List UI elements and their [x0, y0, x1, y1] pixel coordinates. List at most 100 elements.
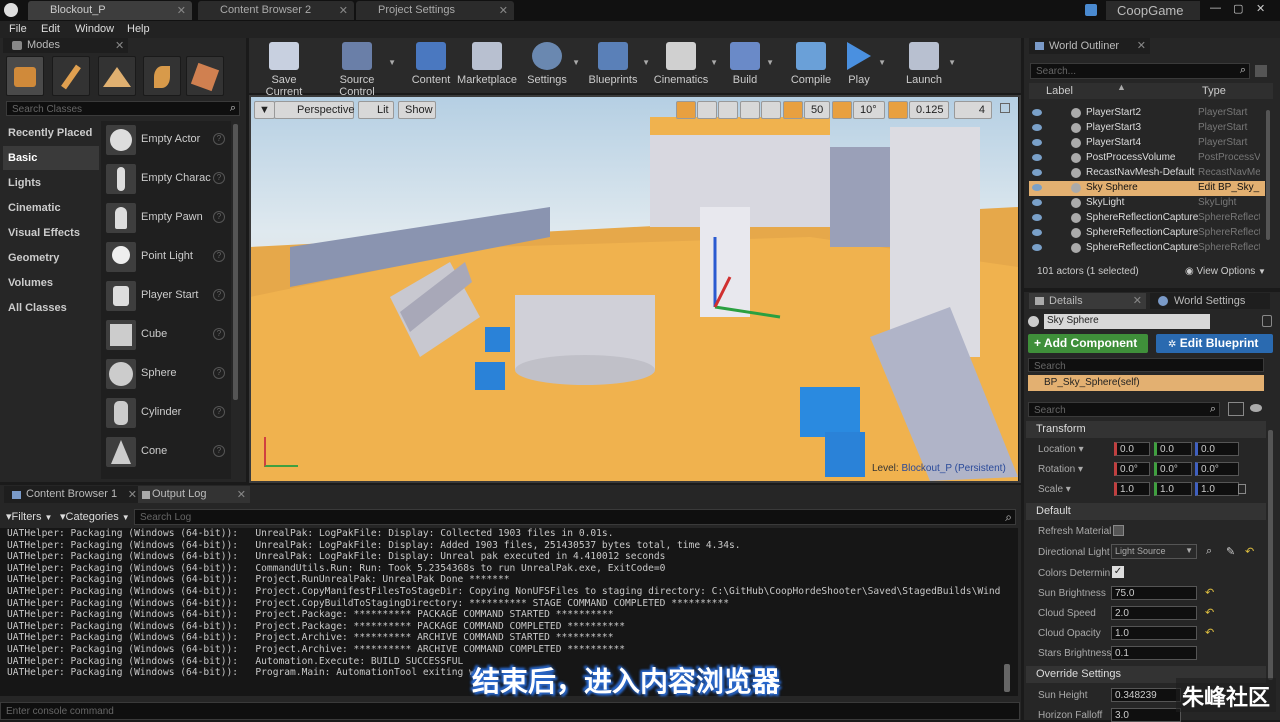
- category-visual-effects[interactable]: Visual Effects: [3, 221, 99, 245]
- help-icon[interactable]: ?: [213, 289, 225, 301]
- categories-button[interactable]: ▾Categories ▼: [60, 510, 130, 523]
- dropdown-arrow-icon[interactable]: ▼: [878, 58, 886, 67]
- reset-arrow-icon[interactable]: ↶: [1205, 606, 1214, 619]
- search-log-input[interactable]: Search Log ⌕: [134, 509, 1016, 525]
- default-section[interactable]: Default: [1026, 503, 1266, 520]
- close-icon[interactable]: ✕: [499, 4, 508, 17]
- visibility-eye-icon[interactable]: [1250, 404, 1262, 412]
- class-item-cone[interactable]: Cone?: [103, 434, 227, 472]
- location-y-field[interactable]: 0.0: [1154, 442, 1192, 456]
- view-options-button[interactable]: ◉ View Options ▼: [1185, 266, 1266, 277]
- cloud-opacity-field[interactable]: 1.0: [1111, 626, 1197, 640]
- rotate-tool-icon[interactable]: [697, 101, 717, 119]
- rotation-x-field[interactable]: 0.0°: [1114, 462, 1150, 476]
- tab-level[interactable]: Blockout_P ✕: [28, 1, 192, 20]
- reset-arrow-icon[interactable]: ↶: [1205, 586, 1214, 599]
- details-search-input[interactable]: Search ⌕: [1028, 402, 1220, 417]
- component-row-selected[interactable]: BP_Sky_Sphere(self): [1028, 375, 1264, 391]
- place-mode-icon[interactable]: [6, 56, 44, 96]
- scale-label[interactable]: Scale ▾: [1038, 484, 1071, 495]
- close-window-button[interactable]: ✕: [1256, 2, 1265, 15]
- maximize-viewport-icon[interactable]: [1000, 103, 1010, 113]
- rotation-z-field[interactable]: 0.0°: [1195, 462, 1239, 476]
- content-browser-tab[interactable]: Content Browser 1 ✕: [4, 486, 141, 503]
- menu-window[interactable]: Window: [75, 23, 114, 35]
- dropdown-arrow-icon[interactable]: ▼: [572, 58, 580, 67]
- minimize-button[interactable]: —: [1210, 2, 1221, 14]
- search-icon[interactable]: ⌕: [1210, 403, 1216, 416]
- details-tab[interactable]: Details ✕: [1029, 293, 1146, 309]
- class-item-sphere[interactable]: Sphere?: [103, 356, 227, 394]
- maximize-button[interactable]: ▢: [1233, 2, 1243, 15]
- details-scrollbar[interactable]: [1268, 430, 1273, 680]
- camera-speed-button[interactable]: 4: [954, 101, 992, 119]
- cloud-speed-field[interactable]: 2.0: [1111, 606, 1197, 620]
- outliner-menu-icon[interactable]: [1255, 65, 1267, 77]
- eyedropper-icon[interactable]: ✎: [1226, 545, 1235, 558]
- scale-snap-toggle[interactable]: [888, 101, 908, 119]
- scale-y-field[interactable]: 1.0: [1154, 482, 1192, 496]
- search-actor-icon[interactable]: ⌕: [1206, 545, 1212, 558]
- class-item-cylinder[interactable]: Cylinder?: [103, 395, 227, 433]
- grid-snap-toggle[interactable]: [783, 101, 803, 119]
- scale-tool-icon[interactable]: [718, 101, 738, 119]
- dropdown-arrow-icon[interactable]: ▼: [948, 58, 956, 67]
- category-basic[interactable]: Basic: [3, 146, 99, 170]
- label-column-header[interactable]: Label: [1046, 85, 1073, 97]
- notification-icon[interactable]: [1085, 4, 1097, 16]
- paint-mode-icon[interactable]: [52, 56, 90, 96]
- viewport-options-button[interactable]: ▼: [254, 101, 275, 119]
- visibility-eye-icon[interactable]: [1032, 244, 1042, 251]
- geometry-mode-icon[interactable]: [186, 56, 224, 96]
- help-icon[interactable]: ?: [213, 211, 225, 223]
- help-icon[interactable]: ?: [213, 133, 225, 145]
- outliner-row-selected[interactable]: Sky Sphere Edit BP_Sky_: [1029, 181, 1265, 196]
- grid-snap-value[interactable]: 50: [804, 101, 830, 119]
- close-icon[interactable]: ✕: [237, 488, 246, 501]
- close-icon[interactable]: ✕: [1137, 39, 1146, 52]
- sun-brightness-field[interactable]: 75.0: [1111, 586, 1197, 600]
- visibility-eye-icon[interactable]: [1032, 124, 1042, 131]
- visibility-eye-icon[interactable]: [1032, 109, 1042, 116]
- add-component-button[interactable]: + Add Component: [1028, 334, 1148, 353]
- search-icon[interactable]: ⌕: [1240, 64, 1246, 77]
- category-geometry[interactable]: Geometry: [3, 246, 99, 270]
- settings-button[interactable]: Settings ▼: [518, 40, 580, 90]
- directional-light-select[interactable]: Light Source ▼: [1111, 544, 1197, 559]
- class-item-player-start[interactable]: Player Start?: [103, 278, 227, 316]
- help-icon[interactable]: ?: [213, 172, 225, 184]
- world-settings-tab[interactable]: World Settings: [1150, 293, 1270, 309]
- landscape-mode-icon[interactable]: [98, 56, 136, 96]
- rotation-snap-toggle[interactable]: [832, 101, 852, 119]
- category-volumes[interactable]: Volumes: [3, 271, 99, 295]
- build-button[interactable]: Build ▼: [720, 40, 774, 90]
- outliner-scrollbar[interactable]: [1266, 110, 1270, 240]
- outliner-row[interactable]: SphereReflectionCapture SphereReflect: [1029, 241, 1265, 256]
- compile-button[interactable]: Compile: [782, 40, 840, 90]
- source-control-button[interactable]: Source Control ▼: [322, 40, 396, 98]
- marketplace-button[interactable]: Marketplace: [456, 40, 518, 90]
- surface-snap-icon[interactable]: [761, 101, 781, 119]
- foliage-mode-icon[interactable]: [143, 56, 181, 96]
- dropdown-arrow-icon[interactable]: ▼: [766, 58, 774, 67]
- category-lights[interactable]: Lights: [3, 171, 99, 195]
- log-scrollbar[interactable]: [1004, 664, 1010, 692]
- component-search-input[interactable]: Search: [1028, 358, 1264, 372]
- outliner-row[interactable]: PlayerStart3 PlayerStart: [1029, 121, 1265, 136]
- filters-button[interactable]: ▾Filters ▼: [6, 510, 52, 523]
- menu-help[interactable]: Help: [127, 23, 150, 35]
- scale-z-field[interactable]: 1.0: [1195, 482, 1239, 496]
- outliner-row[interactable]: RecastNavMesh-Default RecastNavMe: [1029, 166, 1265, 181]
- lock-icon[interactable]: [1262, 315, 1272, 327]
- menu-file[interactable]: File: [9, 23, 27, 35]
- search-classes-input[interactable]: Search Classes ⌕: [6, 101, 240, 116]
- translate-tool-icon[interactable]: [676, 101, 696, 119]
- output-log-tab[interactable]: Output Log ✕: [138, 486, 250, 503]
- actor-name-field[interactable]: Sky Sphere: [1044, 314, 1210, 329]
- tab-content-browser[interactable]: Content Browser 2 ✕: [198, 1, 354, 20]
- world-outliner-tab[interactable]: World Outliner ✕: [1029, 38, 1150, 54]
- content-button[interactable]: Content: [400, 40, 462, 90]
- actor-type[interactable]: Edit BP_Sky_: [1198, 182, 1260, 193]
- rotation-snap-value[interactable]: 10°: [853, 101, 885, 119]
- type-column-header[interactable]: Type: [1202, 85, 1226, 97]
